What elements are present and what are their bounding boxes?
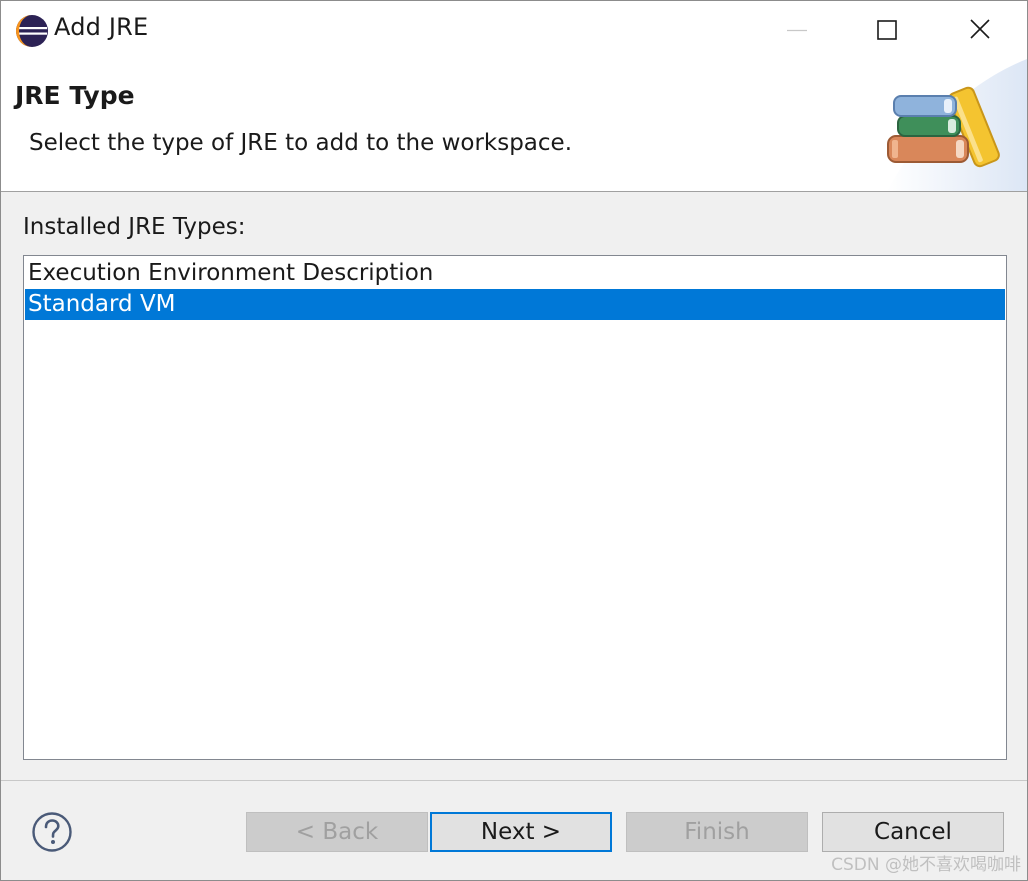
- close-icon: [970, 19, 990, 39]
- title-bar[interactable]: Add JRE: [1, 1, 1027, 59]
- page-description: Select the type of JRE to add to the wor…: [29, 130, 573, 156]
- footer-separator: [1, 780, 1027, 781]
- close-button[interactable]: [932, 1, 1026, 59]
- window-title: Add JRE: [54, 13, 149, 41]
- maximize-button[interactable]: [839, 1, 933, 59]
- jre-type-list[interactable]: Execution Environment Description Standa…: [23, 255, 1007, 760]
- wizard-banner: JRE Type Select the type of JRE to add t…: [1, 59, 1027, 192]
- eclipse-icon: [16, 15, 48, 47]
- minimize-icon: [787, 29, 807, 32]
- finish-button[interactable]: Finish: [626, 812, 808, 852]
- list-item-execution-environment-description[interactable]: Execution Environment Description: [25, 258, 1005, 289]
- watermark-text: CSDN @她不喜欢喝咖啡: [831, 855, 1021, 875]
- page-title: JRE Type: [15, 81, 135, 110]
- cancel-button[interactable]: Cancel: [822, 812, 1004, 852]
- minimize-button[interactable]: [750, 1, 844, 59]
- back-button[interactable]: < Back: [246, 812, 428, 852]
- jre-books-icon: [887, 86, 1000, 168]
- installed-jre-types-label: Installed JRE Types:: [23, 214, 246, 240]
- add-jre-dialog: Add JRE JRE Type Select the type of JRE …: [0, 0, 1028, 881]
- maximize-icon: [877, 20, 897, 40]
- list-item-standard-vm[interactable]: Standard VM: [25, 289, 1005, 320]
- next-button[interactable]: Next >: [430, 812, 612, 852]
- help-icon[interactable]: [31, 811, 73, 853]
